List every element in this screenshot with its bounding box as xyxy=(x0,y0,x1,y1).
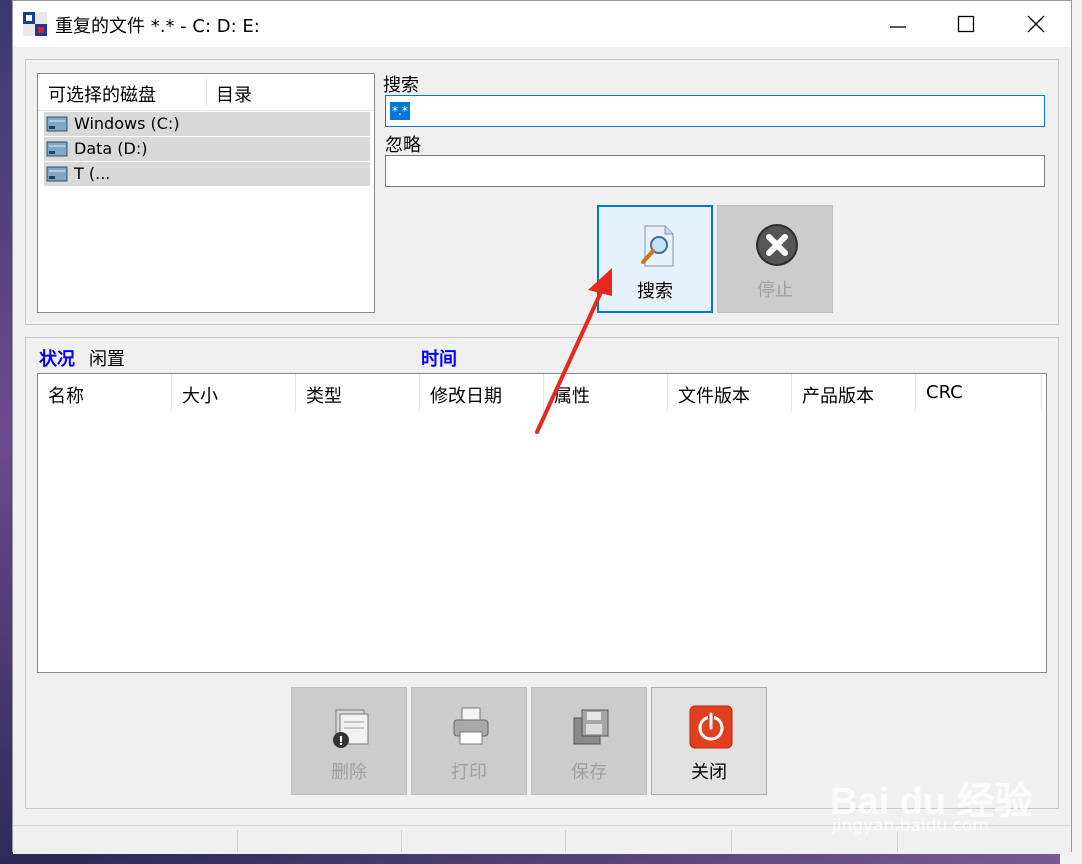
status-segment xyxy=(565,830,732,852)
col-dir-header[interactable]: 目录 xyxy=(216,81,252,107)
search-button[interactable]: 搜索 xyxy=(597,205,713,313)
col-product-version-header[interactable]: 产品版本 xyxy=(792,374,916,412)
col-name-header[interactable]: 名称 xyxy=(38,374,172,412)
column-divider xyxy=(206,78,207,106)
drive-list-header: 可选择的磁盘 目录 xyxy=(38,74,374,111)
search-input-value: *.* xyxy=(390,102,410,120)
maximize-button[interactable] xyxy=(937,1,995,47)
drive-label: T (... xyxy=(74,164,111,183)
close-window-button[interactable] xyxy=(1007,1,1065,47)
results-table[interactable]: 名称 大小 类型 修改日期 属性 文件版本 产品版本 CRC xyxy=(37,373,1047,673)
drive-item-e[interactable]: T (... xyxy=(44,162,370,186)
stop-button-label: 停止 xyxy=(757,280,793,301)
status-segment xyxy=(13,830,238,852)
drive-icon xyxy=(46,166,68,182)
status-value: 闲置 xyxy=(89,349,125,370)
status-segment xyxy=(237,830,402,852)
svg-text:!: ! xyxy=(338,734,343,748)
save-icon xyxy=(573,709,609,745)
minimize-button[interactable] xyxy=(869,1,927,47)
maximize-icon xyxy=(957,15,975,33)
search-button-label: 搜索 xyxy=(637,281,673,302)
drive-item-c[interactable]: Windows (C:) xyxy=(44,112,370,136)
search-label: 搜索 xyxy=(383,75,419,96)
app-icon xyxy=(23,12,47,36)
title-bar[interactable]: 重复的文件 *.* - C: D: E: xyxy=(13,1,1071,47)
printer-icon xyxy=(453,707,489,745)
delete-icon: ! xyxy=(333,709,369,748)
search-input[interactable]: *.* xyxy=(385,95,1045,127)
col-file-version-header[interactable]: 文件版本 xyxy=(668,374,792,412)
drive-label: Windows (C:) xyxy=(74,114,180,133)
time-label: 时间 xyxy=(421,349,457,370)
col-attributes-header[interactable]: 属性 xyxy=(544,374,668,412)
watermark: Bai du 经验 jingyan.baidu.com xyxy=(830,770,1033,840)
col-modified-header[interactable]: 修改日期 xyxy=(420,374,544,412)
col-size-header[interactable]: 大小 xyxy=(172,374,296,412)
ignore-label: 忽略 xyxy=(385,135,421,156)
print-button-label: 打印 xyxy=(451,762,487,783)
col-disk-header[interactable]: 可选择的磁盘 xyxy=(48,81,156,107)
close-button-label: 关闭 xyxy=(691,762,727,783)
minimize-icon xyxy=(890,26,906,28)
stop-button[interactable]: 停止 xyxy=(717,205,833,313)
status-segment xyxy=(401,830,566,852)
main-window: 重复的文件 *.* - C: D: E: 可选择的磁盘 目录 Windows (… xyxy=(12,0,1072,854)
drive-label: Data (D:) xyxy=(74,139,148,158)
search-doc-icon xyxy=(641,225,674,267)
close-button[interactable]: 关闭 xyxy=(651,687,767,795)
delete-button-label: 删除 xyxy=(331,762,367,783)
power-icon xyxy=(689,705,733,749)
drive-icon xyxy=(46,141,68,157)
drive-icon xyxy=(46,116,68,132)
client-area: 可选择的磁盘 目录 Windows (C:) Data (D:) T (... … xyxy=(13,47,1071,854)
print-button[interactable]: 打印 xyxy=(411,687,527,795)
watermark-url: jingyan.baidu.com xyxy=(832,816,989,836)
col-type-header[interactable]: 类型 xyxy=(296,374,420,412)
window-title: 重复的文件 *.* - C: D: E: xyxy=(55,16,260,37)
status-label: 状况 xyxy=(39,349,75,370)
drive-list[interactable]: 可选择的磁盘 目录 Windows (C:) Data (D:) T (... xyxy=(37,73,375,313)
drive-item-d[interactable]: Data (D:) xyxy=(44,137,370,161)
stop-icon xyxy=(756,224,798,266)
ignore-input[interactable] xyxy=(385,155,1045,187)
save-button-label: 保存 xyxy=(571,762,607,783)
delete-button[interactable]: ! 删除 xyxy=(291,687,407,795)
col-crc-header[interactable]: CRC xyxy=(916,374,1042,412)
save-button[interactable]: 保存 xyxy=(531,687,647,795)
close-icon xyxy=(1027,15,1045,33)
